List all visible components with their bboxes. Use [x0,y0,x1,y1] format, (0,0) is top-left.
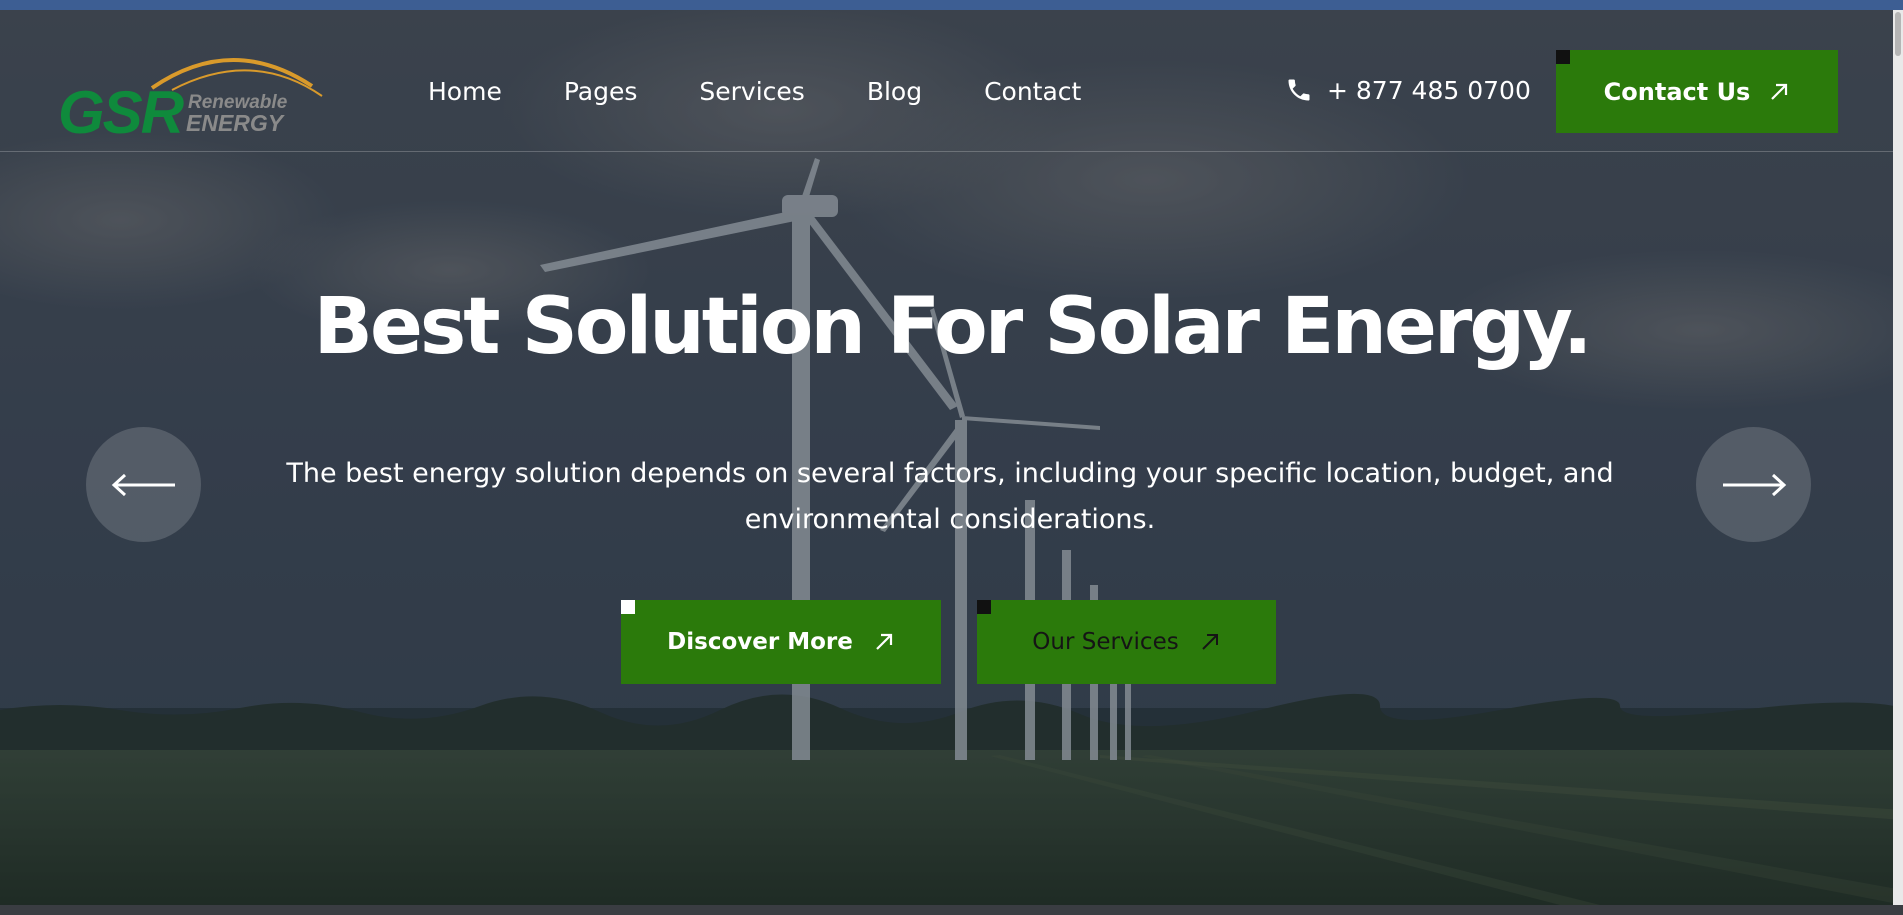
browser-top-strip [0,0,1903,10]
discover-more-label: Discover More [667,629,853,655]
our-services-label: Our Services [1032,629,1179,655]
our-services-button[interactable]: Our Services [977,600,1276,684]
browser-bottom-strip [0,905,1903,915]
logo[interactable]: GSR Renewable ENERGY [58,48,323,146]
hero-title: Best Solution For Solar Energy. [313,282,1593,372]
scrollbar[interactable] [1893,10,1903,905]
nav-services[interactable]: Services [699,76,804,108]
arrow-up-right-icon [1202,634,1218,650]
button-corner-marker [1556,50,1570,64]
phone-number: + 877 485 0700 [1327,75,1531,105]
nav-blog[interactable]: Blog [867,76,922,108]
logo-energy-text: ENERGY [186,110,284,136]
contact-us-label: Contact Us [1603,77,1751,106]
site-header: GSR Renewable ENERGY Home Pages Services… [0,10,1893,152]
arrow-right-icon [1722,473,1786,496]
arrow-left-icon [111,473,175,496]
hero-subtitle: The best energy solution depends on seve… [286,458,1614,535]
arrow-up-right-icon [1771,83,1788,100]
button-corner-marker [977,600,991,614]
nav-pages[interactable]: Pages [564,76,638,108]
nav-home[interactable]: Home [428,76,502,108]
arrow-up-right-icon [876,633,892,650]
slider-next-button[interactable] [1696,427,1811,542]
phone-icon [1288,79,1310,101]
main-nav: Home Pages Services Blog Contact [428,76,1143,108]
discover-more-button[interactable]: Discover More [621,600,941,684]
slider-prev-button[interactable] [86,427,201,542]
phone-contact[interactable]: + 877 485 0700 [1285,72,1531,108]
nav-contact[interactable]: Contact [984,76,1081,108]
scrollbar-thumb[interactable] [1895,12,1901,56]
button-corner-marker [621,600,635,614]
contact-us-button[interactable]: Contact Us [1556,50,1838,133]
logo-gsr-text: GSR [58,79,184,146]
